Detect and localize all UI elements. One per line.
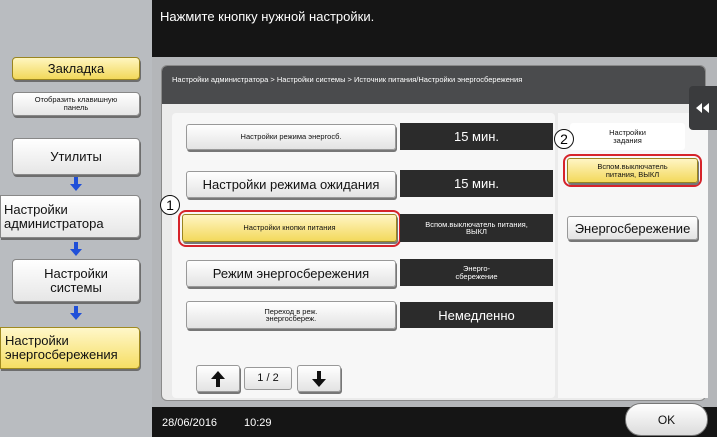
job-settings-panel: Настройки задания Вспом.выключатель пита… — [554, 113, 708, 398]
power-save-mode-value: 15 мин. — [400, 123, 553, 150]
power-save-mode-button[interactable]: Режим энергосбережения — [186, 260, 396, 287]
bookmark-button[interactable]: Закладка — [12, 57, 140, 80]
sleep-mode-value: 15 мин. — [400, 170, 553, 197]
arrow-up-icon — [211, 370, 225, 387]
ok-button[interactable]: OK — [625, 403, 708, 436]
arrow-down-icon — [312, 370, 326, 387]
instruction-text: Нажмите кнопку нужной настройки. — [160, 9, 375, 24]
status-date: 28/06/2016 — [162, 417, 218, 429]
double-chevron-left-icon — [696, 103, 709, 113]
page-down-button[interactable] — [297, 365, 341, 392]
power-key-value: Вспом.выключатель питания, ВЫКЛ — [400, 214, 553, 242]
sidebar-item-admin-settings[interactable]: Настройки администратора — [0, 195, 140, 238]
settings-list: Настройки режима энергосб. 15 мин. Настр… — [160, 113, 555, 398]
option-power-key-off[interactable]: Вспом.выключатель питания, ВЫКЛ — [567, 158, 698, 183]
page-up-button[interactable] — [196, 365, 240, 392]
show-keypad-button[interactable]: Отобразить клавишную панель — [12, 92, 140, 116]
option-power-save[interactable]: Энергосбережение — [567, 216, 698, 240]
header-bar: Нажмите кнопку нужной настройки. — [152, 0, 717, 57]
sidebar-item-system-settings[interactable]: Настройки системы — [12, 259, 140, 302]
power-save-mode-settings-button[interactable]: Настройки режима энергосб. — [186, 124, 396, 150]
main-panel: Настройки администратора > Настройки сис… — [152, 57, 717, 407]
collapse-panel-button[interactable] — [689, 86, 717, 130]
settings-frame: Настройки администратора > Настройки сис… — [160, 65, 708, 401]
sidebar-item-power-save-settings[interactable]: Настройки энергосбережения — [0, 327, 140, 369]
arrow-down-icon — [70, 306, 82, 320]
power-save-mode-status: Энерго-сбережение — [400, 259, 553, 286]
page-indicator: 1 / 2 — [244, 367, 292, 390]
callout-1: 1 — [160, 195, 180, 215]
sleep-mode-settings-button[interactable]: Настройки режима ожидания — [186, 171, 396, 198]
arrow-down-icon — [70, 242, 82, 256]
arrow-down-icon — [70, 177, 82, 191]
status-time: 10:29 — [244, 417, 272, 429]
job-settings-header: Настройки задания — [570, 123, 685, 150]
sidebar: Закладка Отобразить клавишную панель Ути… — [0, 0, 152, 437]
power-key-settings-button[interactable]: Настройки кнопки питания — [182, 214, 397, 242]
enter-power-save-button[interactable]: Переход в реж. энергосбереж. — [186, 301, 396, 329]
sidebar-item-utilities[interactable]: Утилиты — [12, 138, 140, 175]
callout-2: 2 — [554, 129, 574, 149]
breadcrumb: Настройки администратора > Настройки сис… — [162, 66, 705, 104]
enter-power-save-value: Немедленно — [400, 302, 553, 328]
